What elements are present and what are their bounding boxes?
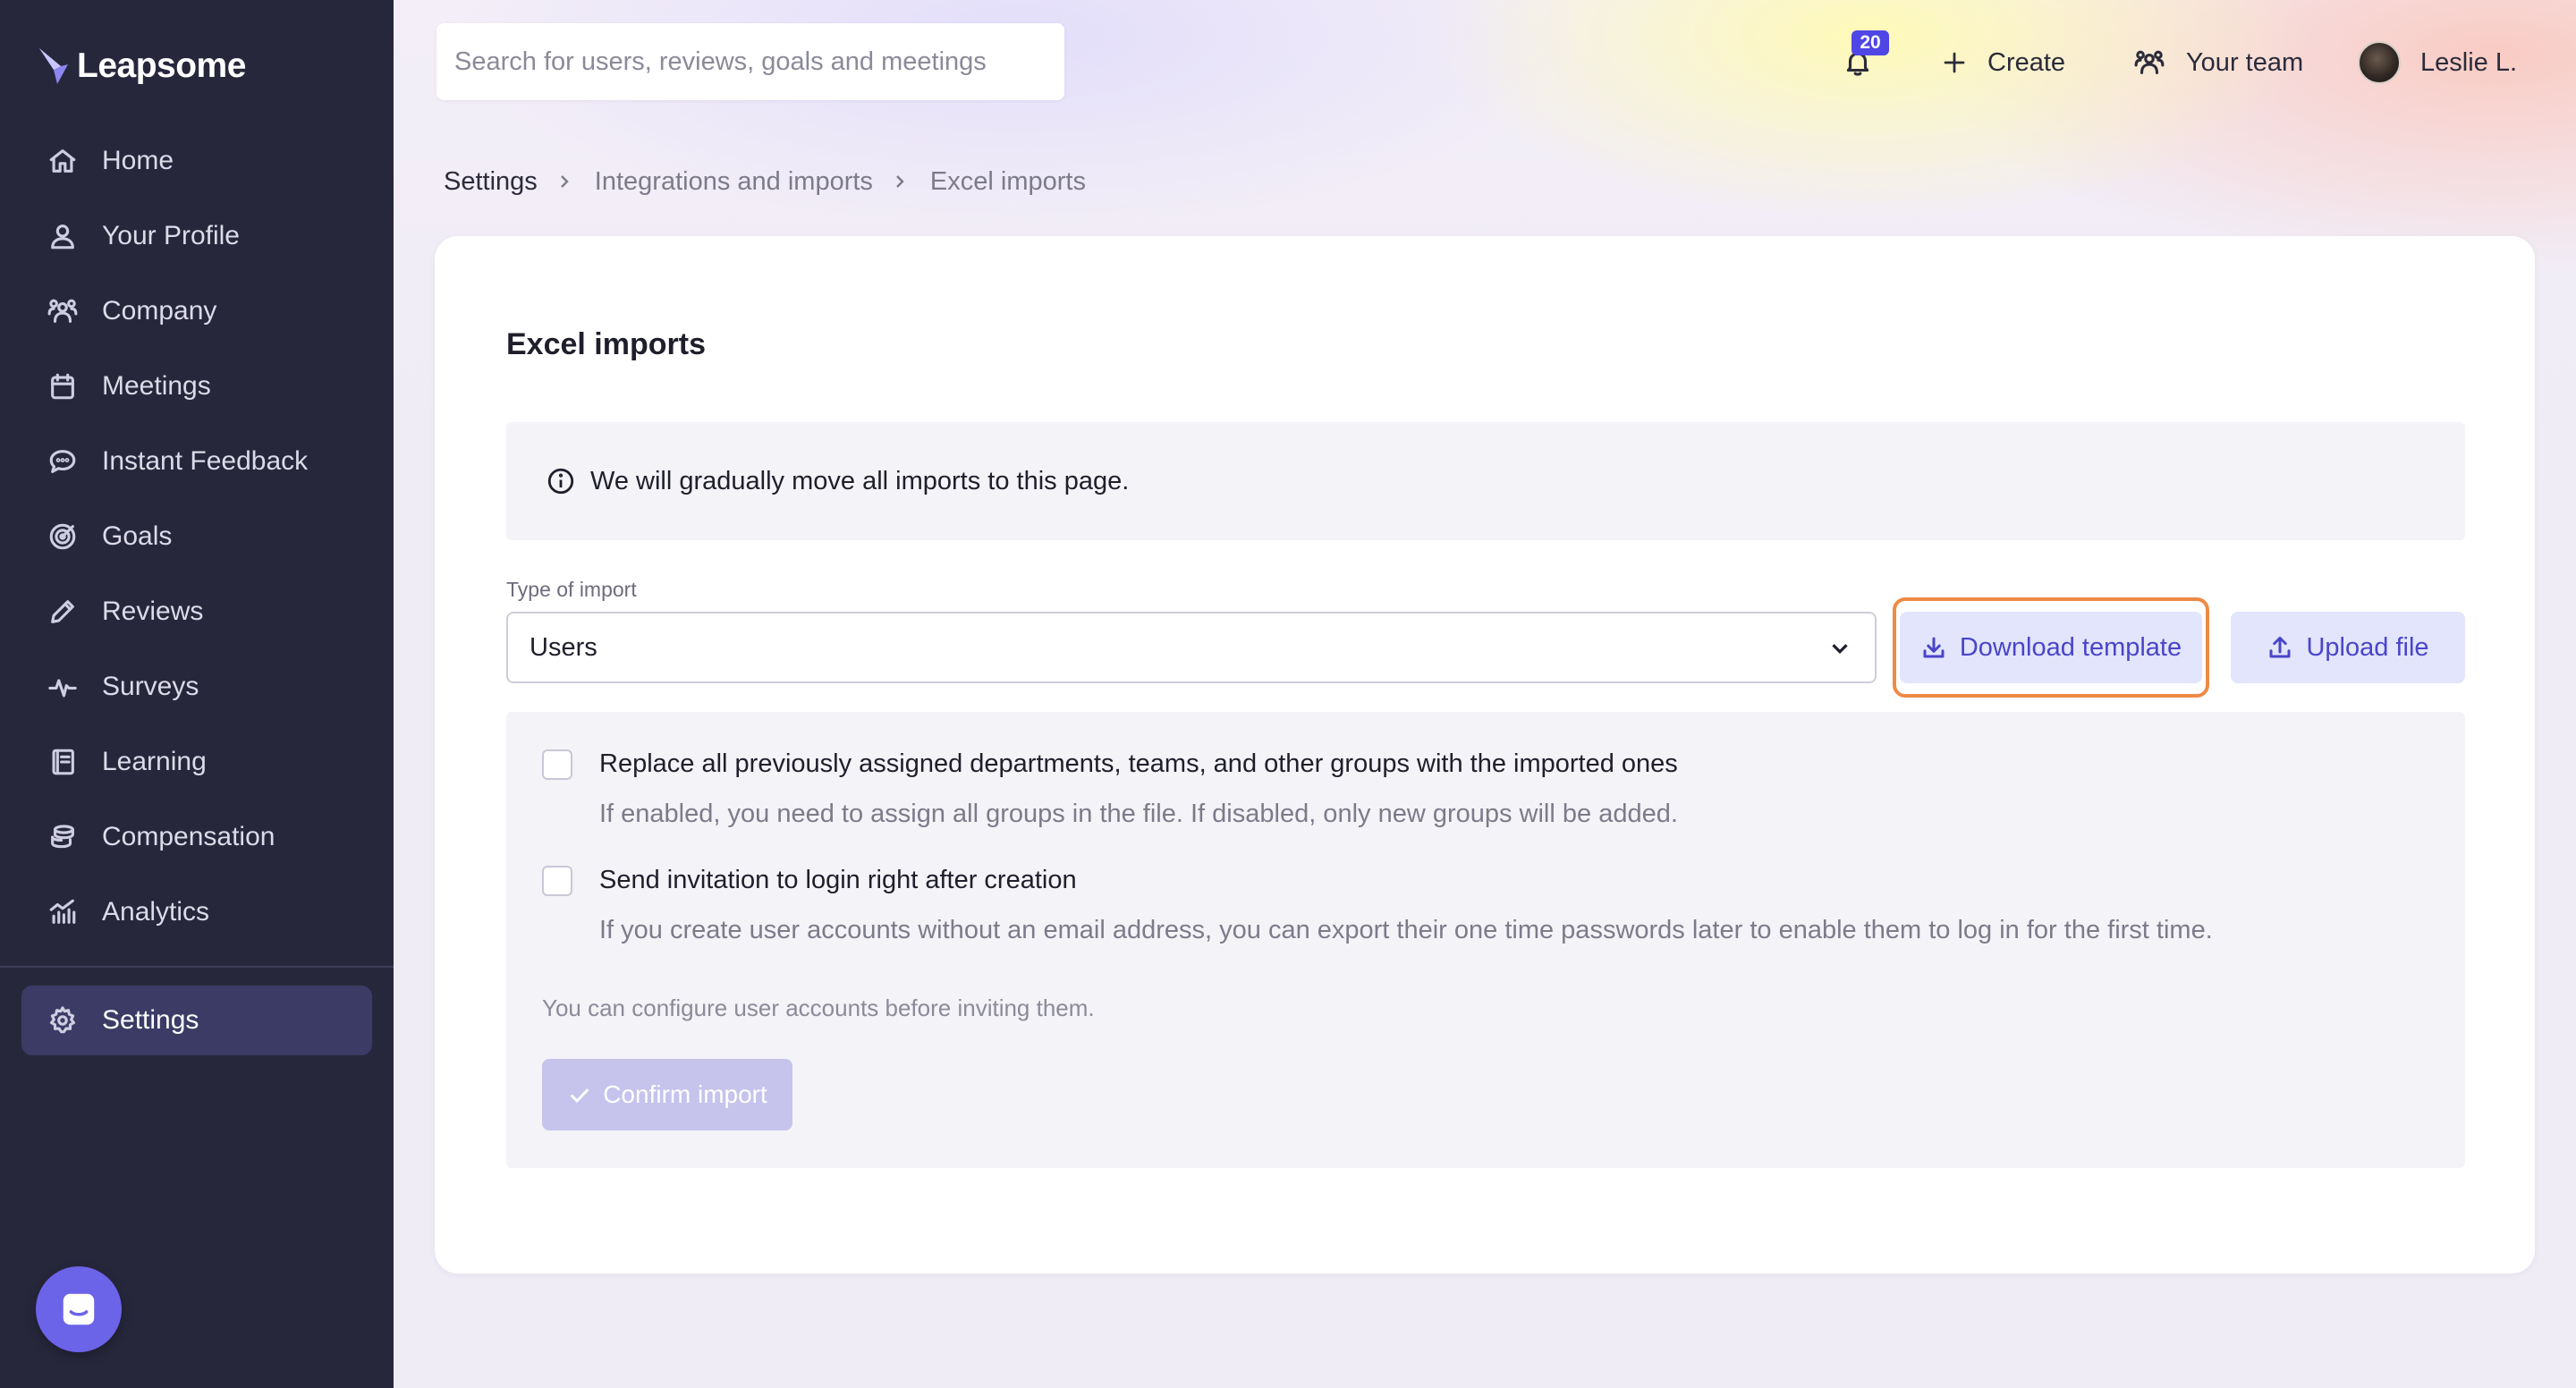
import-options: Replace all previously assigned departme…: [506, 712, 2465, 1168]
sidebar-item-label: Reviews: [102, 597, 204, 626]
global-search-input[interactable]: [436, 23, 1064, 100]
type-of-import-select[interactable]: Users: [506, 612, 1877, 683]
info-banner: We will gradually move all imports to th…: [506, 422, 2465, 540]
confirm-import-label: Confirm import: [603, 1080, 767, 1108]
replace-groups-checkbox[interactable]: [542, 749, 572, 780]
send-invitation-description: If you create user accounts without an e…: [599, 916, 2213, 944]
sidebar-item-label: Surveys: [102, 672, 199, 701]
user-menu[interactable]: Leslie L.: [2358, 36, 2517, 89]
sidebar-item-company[interactable]: Company: [21, 280, 372, 343]
your-team-button[interactable]: Your team: [2132, 36, 2303, 89]
target-icon: [47, 520, 79, 553]
chevron-right-icon: [893, 173, 911, 190]
book-icon: [47, 746, 79, 778]
your-team-label: Your team: [2186, 47, 2304, 77]
logo-text: Leapsome: [77, 47, 246, 85]
sidebar-item-label: Your Profile: [102, 221, 240, 250]
upload-file-button[interactable]: Upload file: [2231, 612, 2465, 683]
check-icon: [570, 1088, 589, 1104]
create-label: Create: [1987, 47, 2066, 77]
sidebar-item-reviews[interactable]: Reviews: [21, 580, 372, 643]
chat-icon: [63, 1293, 95, 1325]
configure-note: You can configure user accounts before i…: [542, 994, 1095, 1021]
confirm-import-button[interactable]: Confirm import: [542, 1059, 792, 1130]
send-invitation-checkbox[interactable]: [542, 866, 572, 896]
sidebar-item-label: Settings: [102, 1005, 199, 1035]
breadcrumb-excel-imports: Excel imports: [929, 166, 1086, 196]
sidebar-item-goals[interactable]: Goals: [21, 505, 372, 568]
team-icon: [2134, 50, 2165, 74]
home-icon: [47, 145, 79, 177]
sidebar-item-label: Meetings: [102, 371, 211, 401]
sidebar-item-label: Learning: [102, 747, 207, 776]
breadcrumb-integrations[interactable]: Integrations and imports: [595, 167, 873, 197]
download-icon: [1923, 637, 1945, 658]
main-area: 20 Create Your team Leslie L. Settings I…: [394, 0, 2576, 1388]
type-of-import-label: Type of import: [506, 578, 637, 601]
plus-icon: [1944, 52, 1965, 73]
sidebar-item-settings[interactable]: Settings: [21, 986, 372, 1055]
sidebar-item-label: Instant Feedback: [102, 446, 309, 476]
user-icon: [47, 220, 79, 252]
sidebar-item-analytics[interactable]: Analytics: [21, 881, 372, 944]
people-icon: [47, 295, 79, 327]
chevron-down-icon: [1826, 635, 1853, 662]
bar-chart-icon: [47, 896, 79, 928]
user-name: Leslie L.: [2420, 47, 2518, 77]
sidebar-item-learning[interactable]: Learning: [21, 731, 372, 793]
download-template-label: Download template: [1959, 632, 2182, 662]
avatar: [2358, 41, 2401, 84]
sidebar: Leapsome Home Your Profile Company Meeti…: [0, 0, 394, 1388]
excel-imports-card: Excel imports We will gradually move all…: [435, 236, 2535, 1274]
help-chat-button[interactable]: [36, 1266, 122, 1352]
sidebar-item-meetings[interactable]: Meetings: [21, 355, 372, 418]
replace-groups-title: Replace all previously assigned departme…: [599, 749, 1678, 778]
page-title: Excel imports: [506, 327, 706, 361]
notifications-badge: 20: [1852, 30, 1889, 55]
replace-groups-description: If enabled, you need to assign all group…: [599, 800, 1678, 828]
sidebar-item-your-profile[interactable]: Your Profile: [21, 205, 372, 267]
breadcrumb: Settings Integrations and imports Excel …: [444, 159, 1086, 204]
upload-icon: [2269, 636, 2291, 658]
sidebar-item-label: Goals: [102, 521, 173, 551]
leapsome-bird-icon: [39, 48, 68, 84]
chat-bubble-icon: [47, 445, 79, 478]
info-text: We will gradually move all imports to th…: [590, 466, 1130, 495]
chevron-right-icon: [557, 173, 575, 190]
leapsome-logo[interactable]: Leapsome: [38, 39, 246, 93]
pencil-icon: [47, 596, 79, 628]
sidebar-item-compensation[interactable]: Compensation: [21, 806, 372, 868]
sidebar-item-surveys[interactable]: Surveys: [21, 656, 372, 718]
gear-icon: [47, 1004, 79, 1037]
send-invitation-title: Send invitation to login right after cre…: [599, 866, 1077, 894]
sidebar-item-label: Company: [102, 296, 217, 326]
download-template-button[interactable]: Download template: [1900, 612, 2202, 683]
calendar-icon: [47, 370, 79, 402]
sidebar-item-instant-feedback[interactable]: Instant Feedback: [21, 430, 372, 493]
sidebar-item-label: Home: [102, 146, 174, 175]
upload-file-label: Upload file: [2306, 632, 2429, 662]
info-icon: [546, 466, 576, 496]
coins-icon: [47, 821, 79, 853]
selected-import-type: Users: [530, 632, 597, 662]
sidebar-item-label: Analytics: [102, 897, 210, 927]
pulse-icon: [47, 671, 79, 703]
sidebar-item-home[interactable]: Home: [21, 130, 372, 192]
sidebar-item-label: Compensation: [102, 822, 275, 851]
breadcrumb-settings[interactable]: Settings: [444, 167, 538, 197]
sidebar-divider: [0, 966, 394, 968]
create-button[interactable]: Create: [1941, 36, 2065, 89]
